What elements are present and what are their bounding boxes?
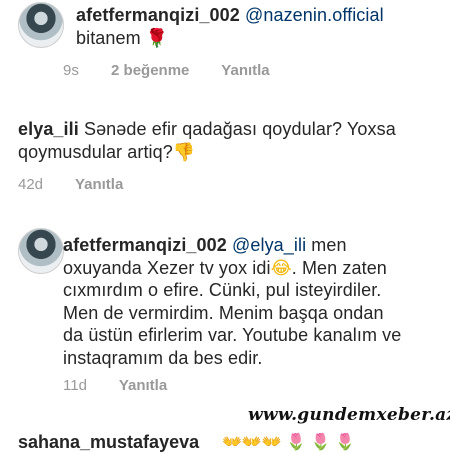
comment-body-line6: instaqramım da bes edir. <box>63 347 263 368</box>
likes-count[interactable]: 2 beğenme <box>111 62 189 79</box>
username[interactable]: elya_ili <box>18 119 79 139</box>
avatar[interactable] <box>18 228 64 274</box>
comment-text: afetfermanqizi_002 @elya_ili men oxuyand… <box>63 234 448 369</box>
avatar[interactable] <box>18 2 64 48</box>
thumbs-down-emoji: 👎 <box>172 141 196 162</box>
comment-body-line4: Men de vermirdim. Menim başqa ondan <box>63 302 384 323</box>
comment-body: bitanem <box>76 27 141 48</box>
comment-4-emojis: 👐👐👐 🌷 🌷 🌷 <box>222 432 355 452</box>
rose-emoji: 🌹 <box>145 27 169 48</box>
comment-text: elya_ili Sənəde efir qadağası qoydular? … <box>18 118 396 163</box>
comment-body-line5: da üstün efirlerim var. Youtube kanalım … <box>63 325 402 345</box>
timestamp: 9s <box>63 62 79 79</box>
comment-body-line1: Sənəde efir qadağası qoydular? Yoxsa <box>83 119 396 139</box>
watermark: www.gundemxeber.az <box>248 405 450 425</box>
comment-body-line2: oxuyanda Xezer tv yox idi <box>63 257 271 278</box>
comment-text: afetfermanqizi_002 @nazenin.official bit… <box>76 4 384 49</box>
comment-body-line1: men <box>311 235 347 255</box>
tulip-emoji: 🌷 🌷 🌷 <box>286 434 355 451</box>
reply-button[interactable]: Yanıtla <box>75 176 123 193</box>
comment-body-line3: cıxmırdım o efire. Cünki, pul isteyirdil… <box>63 280 382 300</box>
username[interactable]: afetfermanqizi_002 <box>63 235 227 255</box>
comment-body-line2: qoymusdular artiq? <box>18 141 173 162</box>
mention-link[interactable]: @elya_ili <box>232 235 306 255</box>
mention-link[interactable]: @nazenin.official <box>245 5 384 25</box>
username[interactable]: afetfermanqizi_002 <box>76 5 240 25</box>
timestamp: 11d <box>63 377 87 394</box>
comment-meta: 11d Yanıtla <box>63 377 195 394</box>
comment-meta: 42d Yanıtla <box>18 176 151 193</box>
laughing-emoji: 😂 <box>270 257 292 278</box>
open-hands-emoji: 👐👐👐 <box>222 434 282 451</box>
timestamp: 42d <box>18 176 44 193</box>
reply-button[interactable]: Yanıtla <box>221 62 269 79</box>
comment-meta: 9s 2 beğenme Yanıtla <box>63 62 298 79</box>
comment-body-line2-tail: . Men zaten <box>291 257 387 278</box>
reply-button[interactable]: Yanıtla <box>119 377 167 394</box>
